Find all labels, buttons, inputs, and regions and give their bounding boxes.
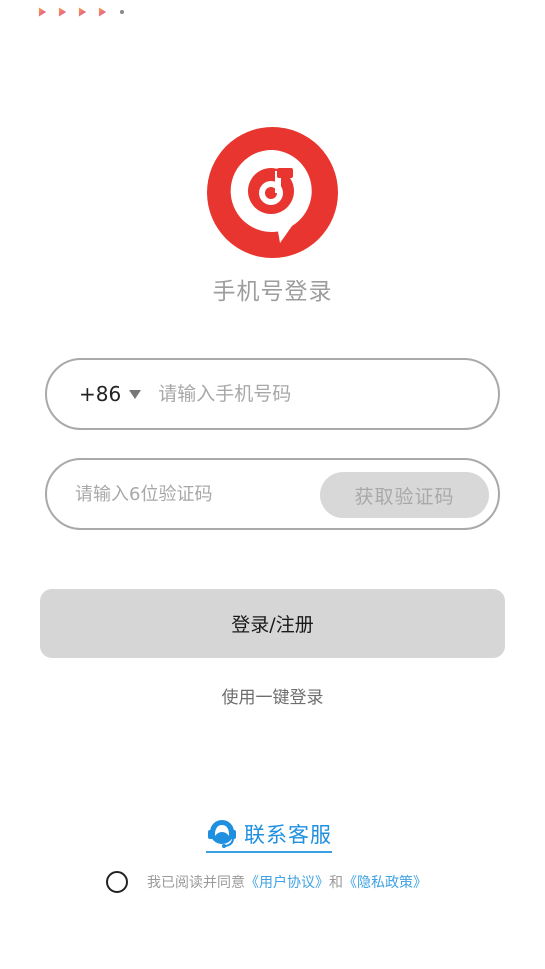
phone-number-input[interactable] [158, 383, 459, 405]
one-key-login-link[interactable]: 使用一键登录 [0, 683, 545, 708]
privacy-policy-link[interactable]: 《隐私政策》 [343, 872, 427, 892]
user-agreement-link[interactable]: 《用户协议》 [245, 872, 329, 892]
verification-code-input[interactable] [75, 483, 305, 505]
contact-support-link[interactable]: 联系客服 [206, 817, 332, 853]
agreement-checkbox[interactable] [106, 871, 128, 893]
chevron-down-icon[interactable] [129, 389, 142, 399]
contact-support-label: 联系客服 [244, 822, 332, 847]
status-bar [38, 5, 124, 19]
code-input-row: 获取验证码 [45, 458, 500, 530]
agreement-conjunction: 和 [329, 875, 343, 891]
agreement-row: 我已阅读并同意 《用户协议》 和 《隐私政策》 [106, 870, 427, 894]
play-notification-icon [58, 7, 67, 17]
country-code-selector[interactable]: +86 [79, 382, 121, 406]
get-code-button[interactable]: 获取验证码 [320, 472, 489, 518]
app-logo-icon [207, 127, 338, 258]
login-register-button[interactable]: 登录/注册 [40, 589, 505, 658]
more-notifications-dot [120, 10, 124, 14]
play-notification-icon [78, 7, 87, 17]
agreement-prefix: 我已阅读并同意 [147, 875, 245, 891]
page-title: 手机号登录 [212, 279, 333, 305]
play-notification-icon [98, 7, 107, 17]
play-notification-icon [38, 7, 47, 17]
headset-icon [208, 819, 236, 848]
phone-input-row: +86 [45, 358, 500, 430]
